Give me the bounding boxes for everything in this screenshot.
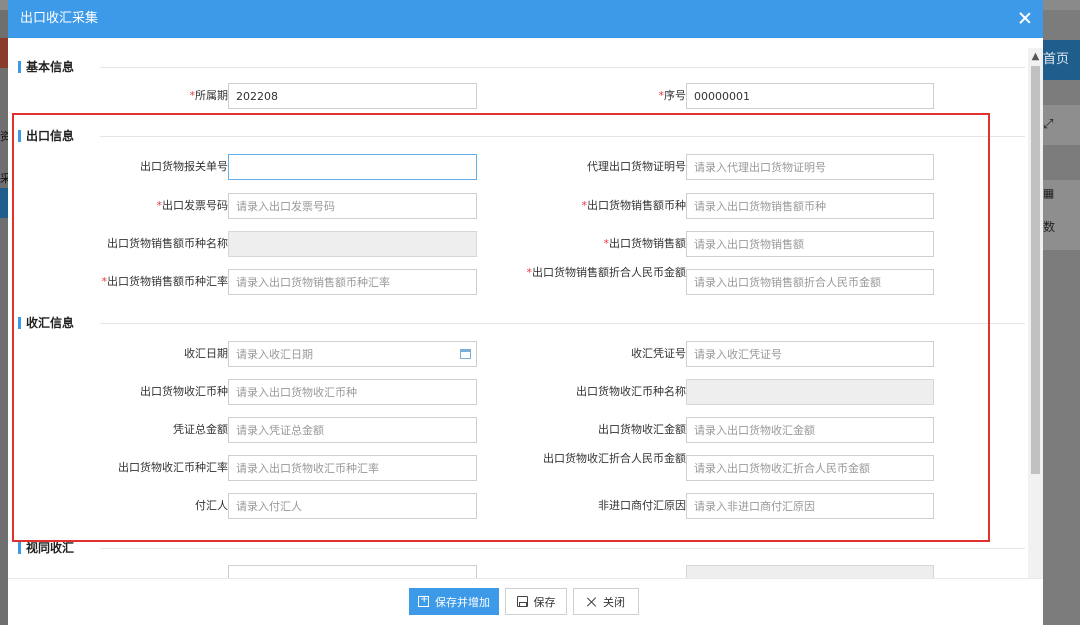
receipt-rmb-label: 出口货物收汇折合人民币金额: [543, 452, 686, 465]
close-icon[interactable]: [1017, 10, 1033, 26]
background-sidebar: 资 采: [0, 10, 8, 625]
section-divider: [100, 323, 1025, 324]
background-right-box: ▦ 数: [1043, 180, 1080, 250]
section-divider: [100, 67, 1025, 68]
modal-body: 基本信息 *所属期 *序号 出口信息 出口货物报关单号 代理出口货物证明号 *出…: [8, 38, 1043, 578]
receipt-currency-label: 出口货物收汇币种: [140, 385, 228, 398]
currency-label: *出口货物销售额币种: [581, 199, 687, 212]
invoice-label: *出口发票号码: [156, 199, 229, 212]
payer-field[interactable]: [228, 493, 477, 519]
scroll-thumb[interactable]: [1031, 66, 1040, 474]
save-add-icon: [418, 594, 429, 607]
modal-header: 出口收汇采集: [8, 0, 1043, 38]
seq-field[interactable]: [686, 83, 934, 109]
save-button[interactable]: 保存: [505, 588, 567, 615]
section-title-receipt: 收汇信息: [18, 316, 74, 330]
agent-cert-field[interactable]: [686, 154, 934, 180]
background-sidebar-text: 采: [0, 172, 8, 185]
background-logo: [0, 38, 8, 68]
nonimport-reason-field[interactable]: [686, 493, 934, 519]
period-field[interactable]: [228, 83, 477, 109]
receipt-amount-label: 出口货物收汇金额: [598, 423, 686, 436]
currency-field[interactable]: [686, 193, 934, 219]
voucher-field[interactable]: [686, 341, 934, 367]
receipt-rate-label: 出口货物收汇币种汇率: [118, 461, 228, 474]
background-home-tab: 首页: [1043, 40, 1080, 80]
receipt-currency-field[interactable]: [228, 379, 477, 405]
scroll-up-icon[interactable]: ▲: [1030, 52, 1041, 62]
rmb-field[interactable]: [686, 269, 934, 295]
invoice-field[interactable]: [228, 193, 477, 219]
background-sidebar-active: [0, 188, 8, 218]
section-title-export: 出口信息: [18, 129, 74, 143]
scrollbar[interactable]: ▲: [1028, 48, 1043, 578]
section-divider: [100, 136, 1025, 137]
receipt-date-label: 收汇日期: [184, 347, 228, 360]
nonimport-reason-label: 非进口商付汇原因: [598, 499, 686, 512]
sales-label: *出口货物销售额: [603, 237, 687, 250]
background-right-panel: 首页 ⤢ ▦ 数: [1043, 10, 1080, 625]
currency-name-field: [228, 231, 477, 257]
close-button[interactable]: 关闭: [573, 588, 639, 615]
section-title-basic: 基本信息: [18, 60, 74, 74]
export-receipt-modal: 出口收汇采集 基本信息 *所属期 *序号 出口信息 出口货物报关单号 代理出口货…: [8, 0, 1043, 625]
save-label: 保存: [533, 595, 556, 609]
voucher-total-label: 凭证总金额: [173, 423, 228, 436]
save-and-add-button[interactable]: 保存并增加: [409, 588, 499, 615]
receipt-date-field[interactable]: [228, 341, 477, 367]
section-divider: [100, 548, 1025, 549]
customs-no-field[interactable]: [228, 154, 477, 180]
grid-icon: ▦: [1043, 186, 1055, 200]
modal-footer: 保存并增加 保存 关闭: [8, 578, 1043, 625]
rate-field[interactable]: [228, 269, 477, 295]
receipt-rmb-field[interactable]: [686, 455, 934, 481]
rmb-label: *出口货物销售额折合人民币金额: [526, 266, 687, 279]
customs-no-label: 出口货物报关单号: [140, 160, 228, 173]
seq-label: *序号: [658, 89, 687, 102]
receipt-rate-field[interactable]: [228, 455, 477, 481]
deemed-reason-desc-field: [686, 565, 934, 578]
receipt-amount-field[interactable]: [686, 417, 934, 443]
voucher-total-field[interactable]: [228, 417, 477, 443]
receipt-currency-name-field: [686, 379, 934, 405]
voucher-label: 收汇凭证号: [631, 347, 686, 360]
close-label: 关闭: [603, 595, 625, 609]
expand-icon: ⤢: [1043, 105, 1080, 145]
receipt-currency-name-label: 出口货物收汇币种名称: [576, 385, 686, 398]
agent-cert-label: 代理出口货物证明号: [587, 160, 686, 173]
sales-field[interactable]: [686, 231, 934, 257]
payer-label: 付汇人: [195, 499, 228, 512]
save-and-add-label: 保存并增加: [435, 595, 490, 609]
background-right-text: 数: [1043, 220, 1056, 234]
period-label: *所属期: [189, 89, 229, 102]
rate-label: *出口货物销售额币种汇率: [101, 275, 229, 288]
save-icon: [516, 596, 528, 607]
close-icon: [587, 597, 597, 607]
modal-title: 出口收汇采集: [20, 11, 99, 26]
deemed-reason-code-field[interactable]: [228, 565, 477, 578]
section-title-deemed: 视同收汇: [18, 541, 74, 555]
calendar-icon[interactable]: [460, 349, 471, 359]
background-sidebar-text: 资: [0, 130, 8, 143]
currency-name-label: 出口货物销售额币种名称: [107, 237, 228, 250]
